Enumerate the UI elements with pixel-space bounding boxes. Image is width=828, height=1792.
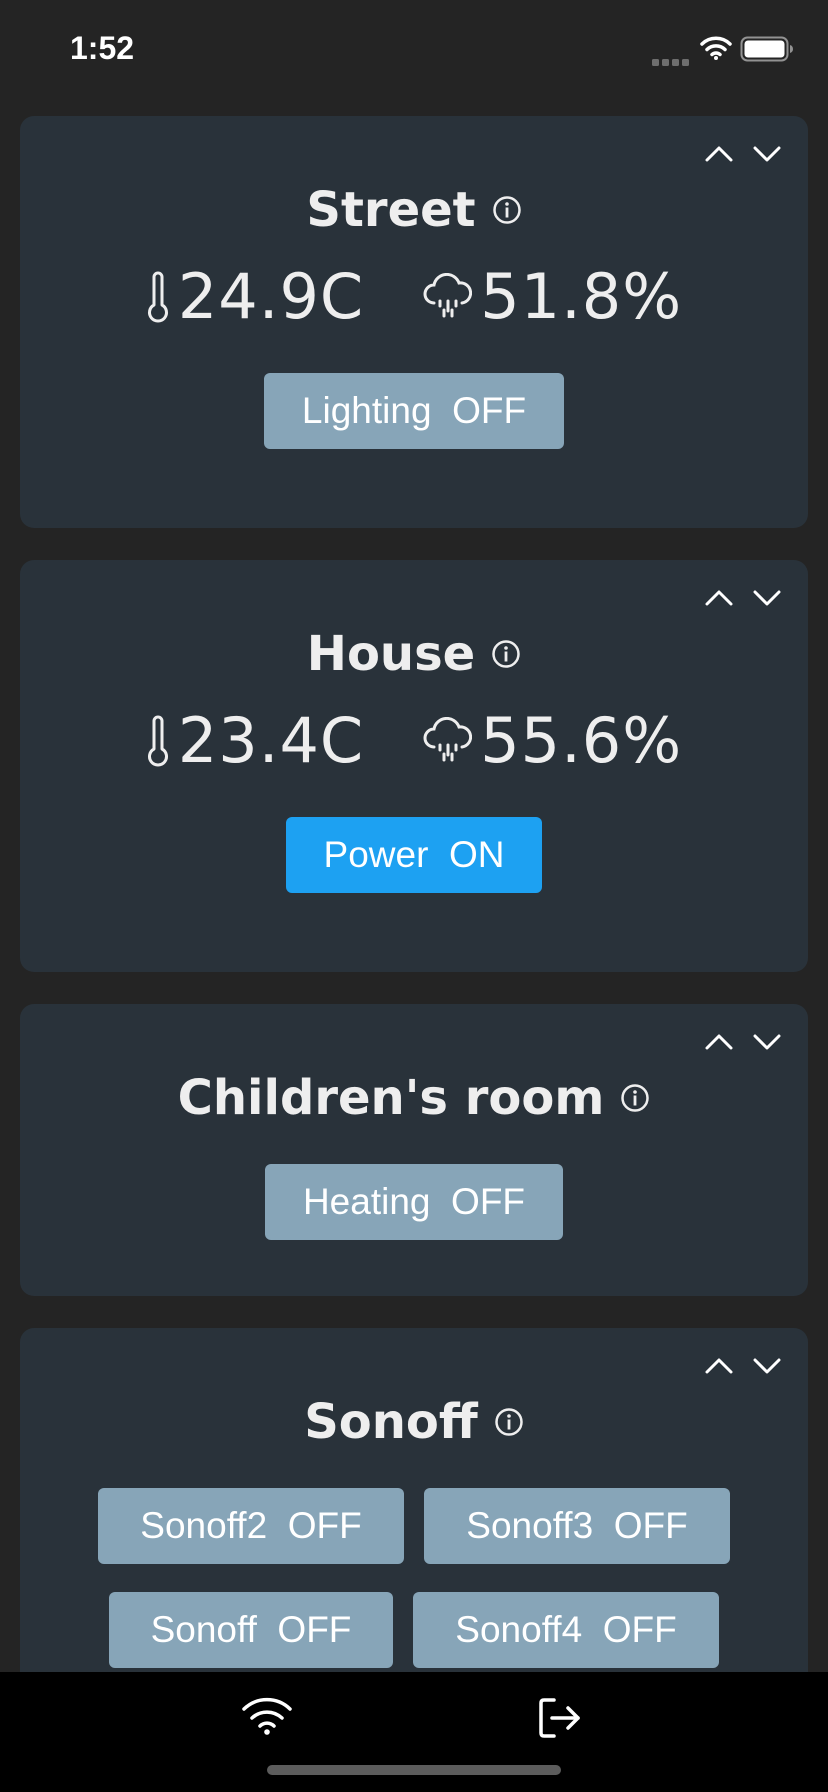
battery-icon xyxy=(740,36,794,66)
temperature-reading: 24.9C xyxy=(146,260,364,333)
temperature-value: 24.9C xyxy=(177,260,365,333)
wifi-icon xyxy=(242,1697,292,1735)
chevron-down-icon xyxy=(753,1358,781,1374)
chevron-up-icon xyxy=(705,1358,733,1374)
move-down-button[interactable] xyxy=(752,142,782,166)
power-toggle-button[interactable]: Power ON xyxy=(285,817,543,893)
thermometer-icon xyxy=(147,715,168,766)
move-up-button[interactable] xyxy=(704,1030,734,1054)
humidity-value: 51.8% xyxy=(480,260,683,333)
card-title-row: Street xyxy=(20,182,808,238)
tab-wifi[interactable] xyxy=(241,1696,293,1740)
card-title: Sonoff xyxy=(304,1394,478,1450)
temperature-reading: 23.4C xyxy=(146,704,364,777)
move-down-button[interactable] xyxy=(752,586,782,610)
chevron-up-icon xyxy=(705,590,733,606)
card-title-row: House xyxy=(20,626,808,682)
move-down-button[interactable] xyxy=(752,1354,782,1378)
sonoff3-toggle-button[interactable]: Sonoff3 OFF xyxy=(424,1488,730,1564)
move-up-button[interactable] xyxy=(704,1354,734,1378)
button-row: Lighting OFF xyxy=(20,373,808,449)
card-title: Children's room xyxy=(177,1070,605,1126)
card-title: House xyxy=(306,626,476,682)
readings: 23.4C 55.6% xyxy=(20,704,808,777)
card-sonoff: Sonoff Sonoff2 OFF Sonoff3 OFF Sonoff OF… xyxy=(20,1328,808,1672)
home-indicator xyxy=(267,1765,561,1775)
info-icon[interactable] xyxy=(492,195,522,225)
signal-dots-icon xyxy=(652,52,690,71)
card-street: Street 24.9C 51.8% Lighting OFF xyxy=(20,116,808,528)
sonoff2-toggle-button[interactable]: Sonoff2 OFF xyxy=(98,1488,404,1564)
readings: 24.9C 51.8% xyxy=(20,260,808,333)
lighting-toggle-button[interactable]: Lighting OFF xyxy=(263,373,565,449)
button-row: Sonoff2 OFF Sonoff3 OFF xyxy=(20,1488,808,1564)
chevron-up-icon xyxy=(705,146,733,162)
humidity-reading: 55.6% xyxy=(422,704,682,777)
card-reorder-controls xyxy=(704,1030,782,1054)
card-title: Street xyxy=(306,182,476,238)
info-icon[interactable] xyxy=(491,639,521,669)
status-time: 1:52 xyxy=(70,30,135,66)
chevron-down-icon xyxy=(753,1034,781,1050)
card-title-row: Sonoff xyxy=(20,1394,808,1450)
card-title-row: Children's room xyxy=(20,1070,808,1126)
chevron-down-icon xyxy=(753,146,781,162)
card-house: House 23.4C 55.6% Power ON xyxy=(20,560,808,972)
info-icon[interactable] xyxy=(494,1407,524,1437)
move-down-button[interactable] xyxy=(752,1030,782,1054)
rain-cloud-icon xyxy=(423,272,473,317)
chevron-down-icon xyxy=(753,590,781,606)
card-reorder-controls xyxy=(704,1354,782,1378)
logout-icon xyxy=(539,1698,580,1738)
info-icon[interactable] xyxy=(620,1083,650,1113)
card-childrens-room: Children's room Heating OFF xyxy=(20,1004,808,1296)
card-reorder-controls xyxy=(704,142,782,166)
thermometer-icon xyxy=(147,271,168,322)
button-row: Heating OFF xyxy=(20,1164,808,1240)
chevron-up-icon xyxy=(705,1034,733,1050)
rain-cloud-icon xyxy=(423,716,473,761)
status-bar: 1:52 xyxy=(0,0,828,100)
heating-toggle-button[interactable]: Heating OFF xyxy=(264,1164,564,1240)
card-reorder-controls xyxy=(704,586,782,610)
device-list[interactable]: Street 24.9C 51.8% Lighting OFF House 23… xyxy=(20,116,808,1672)
temperature-value: 23.4C xyxy=(177,704,365,777)
button-row: Sonoff OFF Sonoff4 OFF xyxy=(20,1592,808,1668)
tab-logout[interactable] xyxy=(538,1696,584,1744)
button-row: Power ON xyxy=(20,817,808,893)
sonoff-toggle-button[interactable]: Sonoff OFF xyxy=(109,1592,393,1668)
move-up-button[interactable] xyxy=(704,142,734,166)
wifi-icon xyxy=(700,36,732,64)
move-up-button[interactable] xyxy=(704,586,734,610)
humidity-value: 55.6% xyxy=(480,704,683,777)
humidity-reading: 51.8% xyxy=(422,260,682,333)
sonoff4-toggle-button[interactable]: Sonoff4 OFF xyxy=(413,1592,719,1668)
